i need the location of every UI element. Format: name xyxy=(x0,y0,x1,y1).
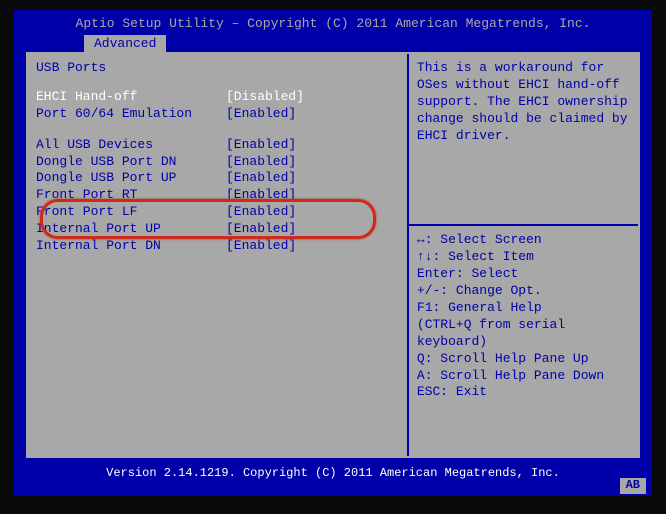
help-text: This is a workaround for OSes without EH… xyxy=(417,60,630,144)
divider xyxy=(409,224,638,226)
key-hint: Q: Scroll Help Pane Up xyxy=(417,351,630,368)
setting-row[interactable]: Internal Port DN [Enabled] xyxy=(36,238,399,255)
key-hint: F1: General Help xyxy=(417,300,630,317)
setting-value: [Enabled] xyxy=(226,221,296,238)
key-hint: ↔: Select Screen xyxy=(417,232,630,249)
setting-label: Dongle USB Port UP xyxy=(36,170,226,187)
setting-row[interactable]: Dongle USB Port DN [Enabled] xyxy=(36,154,399,171)
header: Aptio Setup Utility – Copyright (C) 2011… xyxy=(14,10,652,52)
key-hint: (CTRL+Q from serial xyxy=(417,317,630,334)
help-pane: This is a workaround for OSes without EH… xyxy=(409,54,638,456)
utility-title: Aptio Setup Utility – Copyright (C) 2011… xyxy=(14,14,652,35)
setting-value: [Enabled] xyxy=(226,238,296,255)
setting-row[interactable]: EHCI Hand-off [Disabled] xyxy=(36,89,399,106)
settings-pane: USB Ports EHCI Hand-off [Disabled] Port … xyxy=(28,54,409,456)
key-hint: +/-: Change Opt. xyxy=(417,283,630,300)
setting-value: [Enabled] xyxy=(226,137,296,154)
footer-badge: AB xyxy=(620,478,646,494)
key-hint: ESC: Exit xyxy=(417,384,630,401)
footer: Version 2.14.1219. Copyright (C) 2011 Am… xyxy=(14,458,652,496)
setting-label: All USB Devices xyxy=(36,137,226,154)
setting-label: Front Port LF xyxy=(36,204,226,221)
setting-label: Internal Port DN xyxy=(36,238,226,255)
key-hint: keyboard) xyxy=(417,334,630,351)
bios-screen: Aptio Setup Utility – Copyright (C) 2011… xyxy=(14,10,652,496)
setting-row-highlighted[interactable]: All USB Devices [Enabled] xyxy=(36,137,399,154)
setting-row[interactable]: Front Port RT [Enabled] xyxy=(36,187,399,204)
setting-row[interactable]: Front Port LF [Enabled] xyxy=(36,204,399,221)
key-hint: A: Scroll Help Pane Down xyxy=(417,368,630,385)
setting-value: [Enabled] xyxy=(226,154,296,171)
setting-value: [Enabled] xyxy=(226,204,296,221)
key-hint: ↑↓: Select Item xyxy=(417,249,630,266)
setting-value: [Enabled] xyxy=(226,106,296,123)
setting-label: EHCI Hand-off xyxy=(36,89,226,106)
setting-row[interactable]: Internal Port UP [Enabled] xyxy=(36,221,399,238)
setting-row[interactable]: Port 60/64 Emulation [Enabled] xyxy=(36,106,399,123)
setting-row[interactable]: Dongle USB Port UP [Enabled] xyxy=(36,170,399,187)
setting-label: Port 60/64 Emulation xyxy=(36,106,226,123)
tab-row: Advanced xyxy=(14,35,652,54)
setting-value: [Disabled] xyxy=(226,89,304,106)
section-title: USB Ports xyxy=(36,60,399,77)
version-line: Version 2.14.1219. Copyright (C) 2011 Am… xyxy=(14,458,652,482)
setting-value: [Enabled] xyxy=(226,170,296,187)
main-area: USB Ports EHCI Hand-off [Disabled] Port … xyxy=(26,52,640,458)
setting-value: [Enabled] xyxy=(226,187,296,204)
key-hint: Enter: Select xyxy=(417,266,630,283)
setting-label: Internal Port UP xyxy=(36,221,226,238)
setting-label: Front Port RT xyxy=(36,187,226,204)
key-hints: ↔: Select Screen ↑↓: Select Item Enter: … xyxy=(417,232,630,401)
tab-advanced[interactable]: Advanced xyxy=(84,35,166,54)
setting-label: Dongle USB Port DN xyxy=(36,154,226,171)
